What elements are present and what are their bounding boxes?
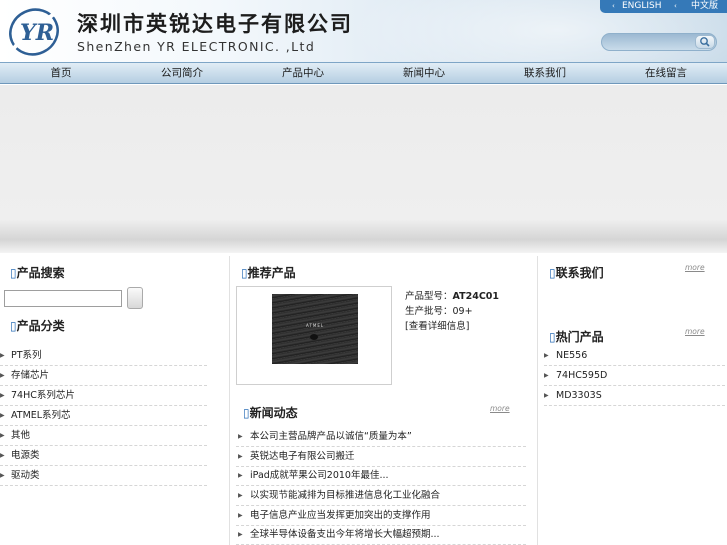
product-search-button[interactable] <box>127 287 143 309</box>
logo-text: YR <box>20 20 54 46</box>
category-item[interactable]: ▶ 电源类 <box>0 446 207 466</box>
product-detail-link[interactable]: [查看详细信息] <box>405 318 469 332</box>
search-button[interactable] <box>695 35 715 49</box>
product-search-title: ▯产品搜索 <box>10 266 65 280</box>
nav-products[interactable]: 产品中心 <box>263 63 343 84</box>
nav-home[interactable]: 首页 <box>21 63 101 84</box>
search-input[interactable] <box>608 37 692 48</box>
magnifier-icon <box>700 37 710 47</box>
triangle-right-icon: ▶ <box>0 372 5 379</box>
square-marker-icon: ▯ <box>549 266 556 280</box>
square-marker-icon: ▯ <box>549 330 556 344</box>
banner <box>0 85 727 253</box>
news-item[interactable]: ▶ 本公司主营品牌产品以诚信“质量为本” <box>236 427 526 447</box>
triangle-right-icon: ▶ <box>544 392 549 399</box>
product-image-frame[interactable]: ATMEL <box>236 286 392 385</box>
arrow-left-icon: ‹ <box>674 2 677 10</box>
triangle-right-icon: ▶ <box>238 453 243 460</box>
square-marker-icon: ▯ <box>10 266 17 280</box>
hot-product-item[interactable]: ▶ MD3303S <box>544 386 725 406</box>
hot-product-item[interactable]: ▶ 74HC595D <box>544 366 725 386</box>
triangle-right-icon: ▶ <box>238 433 243 440</box>
company-logo[interactable]: YR <box>6 4 64 58</box>
triangle-right-icon: ▶ <box>238 492 243 499</box>
triangle-right-icon: ▶ <box>238 531 243 538</box>
hot-product-item[interactable]: ▶ NE556 <box>544 346 725 366</box>
triangle-right-icon: ▶ <box>0 452 5 459</box>
triangle-right-icon: ▶ <box>0 392 5 399</box>
news-item[interactable]: ▶ 电子信息产业应当发挥更加突出的支撑作用 <box>236 506 526 526</box>
news-item[interactable]: ▶ iPad成就苹果公司2010年最佳... <box>236 466 526 486</box>
category-item[interactable]: ▶ ATMEL系列芯 <box>0 406 207 426</box>
product-model: 产品型号：AT24C01 <box>405 291 500 302</box>
category-item[interactable]: ▶ PT系列 <box>0 346 207 366</box>
company-name-en: ShenZhen YR ELECTRONIC. ,Ltd <box>77 39 316 54</box>
hot-more-link[interactable]: more <box>685 327 705 336</box>
nav-about[interactable]: 公司简介 <box>142 63 222 84</box>
news-item[interactable]: ▶ 全球半导体设备支出今年将增长大幅超预期... <box>236 525 526 545</box>
arrow-left-icon: ‹ <box>612 2 615 10</box>
nav-contact[interactable]: 联系我们 <box>505 63 585 84</box>
english-link[interactable]: ENGLISH <box>622 0 662 13</box>
triangle-right-icon: ▶ <box>238 472 243 479</box>
chip-dot <box>310 334 318 340</box>
hot-products-title: ▯热门产品 <box>549 330 604 344</box>
category-item[interactable]: ▶ 存储芯片 <box>0 366 207 386</box>
triangle-right-icon: ▶ <box>0 432 5 439</box>
contact-title: ▯联系我们 <box>549 266 604 280</box>
category-item[interactable]: ▶ 驱动类 <box>0 466 207 486</box>
news-title: ▯新闻动态 <box>243 406 298 420</box>
triangle-right-icon: ▶ <box>0 412 5 419</box>
news-more-link[interactable]: more <box>490 404 510 413</box>
contact-more-link[interactable]: more <box>685 263 705 272</box>
column-divider <box>537 256 538 545</box>
triangle-right-icon: ▶ <box>0 472 5 479</box>
news-item[interactable]: ▶ 以实现节能减排为目标推进信息化工业化融合 <box>236 486 526 506</box>
nav-news[interactable]: 新闻中心 <box>384 63 464 84</box>
square-marker-icon: ▯ <box>241 266 248 280</box>
chip-marking: ATMEL <box>306 323 325 328</box>
header-search <box>601 33 717 51</box>
product-category-title: ▯产品分类 <box>10 319 65 333</box>
recommended-title: ▯推荐产品 <box>241 266 296 280</box>
language-bar: ‹ ENGLISH ‹ 中文版 <box>600 0 727 13</box>
triangle-right-icon: ▶ <box>544 372 549 379</box>
news-item[interactable]: ▶ 英锐达电子有限公司搬迁 <box>236 447 526 467</box>
category-item[interactable]: ▶ 74HC系列芯片 <box>0 386 207 406</box>
product-batch: 生产批号：09+ <box>405 306 473 317</box>
product-search-input[interactable] <box>4 290 122 307</box>
column-divider <box>229 256 230 545</box>
triangle-right-icon: ▶ <box>0 352 5 359</box>
product-image: ATMEL <box>272 294 358 364</box>
category-item[interactable]: ▶ 其他 <box>0 426 207 446</box>
triangle-right-icon: ▶ <box>544 352 549 359</box>
main-nav: 首页 公司简介 产品中心 新闻中心 联系我们 在线留言 <box>0 62 727 84</box>
chinese-link[interactable]: 中文版 <box>691 0 718 13</box>
triangle-right-icon: ▶ <box>238 512 243 519</box>
nav-message[interactable]: 在线留言 <box>626 63 706 84</box>
company-name-cn: 深圳市英锐达电子有限公司 <box>77 11 353 36</box>
square-marker-icon: ▯ <box>243 406 250 420</box>
site-header: YR 深圳市英锐达电子有限公司 ShenZhen YR ELECTRONIC. … <box>0 0 727 62</box>
square-marker-icon: ▯ <box>10 319 17 333</box>
